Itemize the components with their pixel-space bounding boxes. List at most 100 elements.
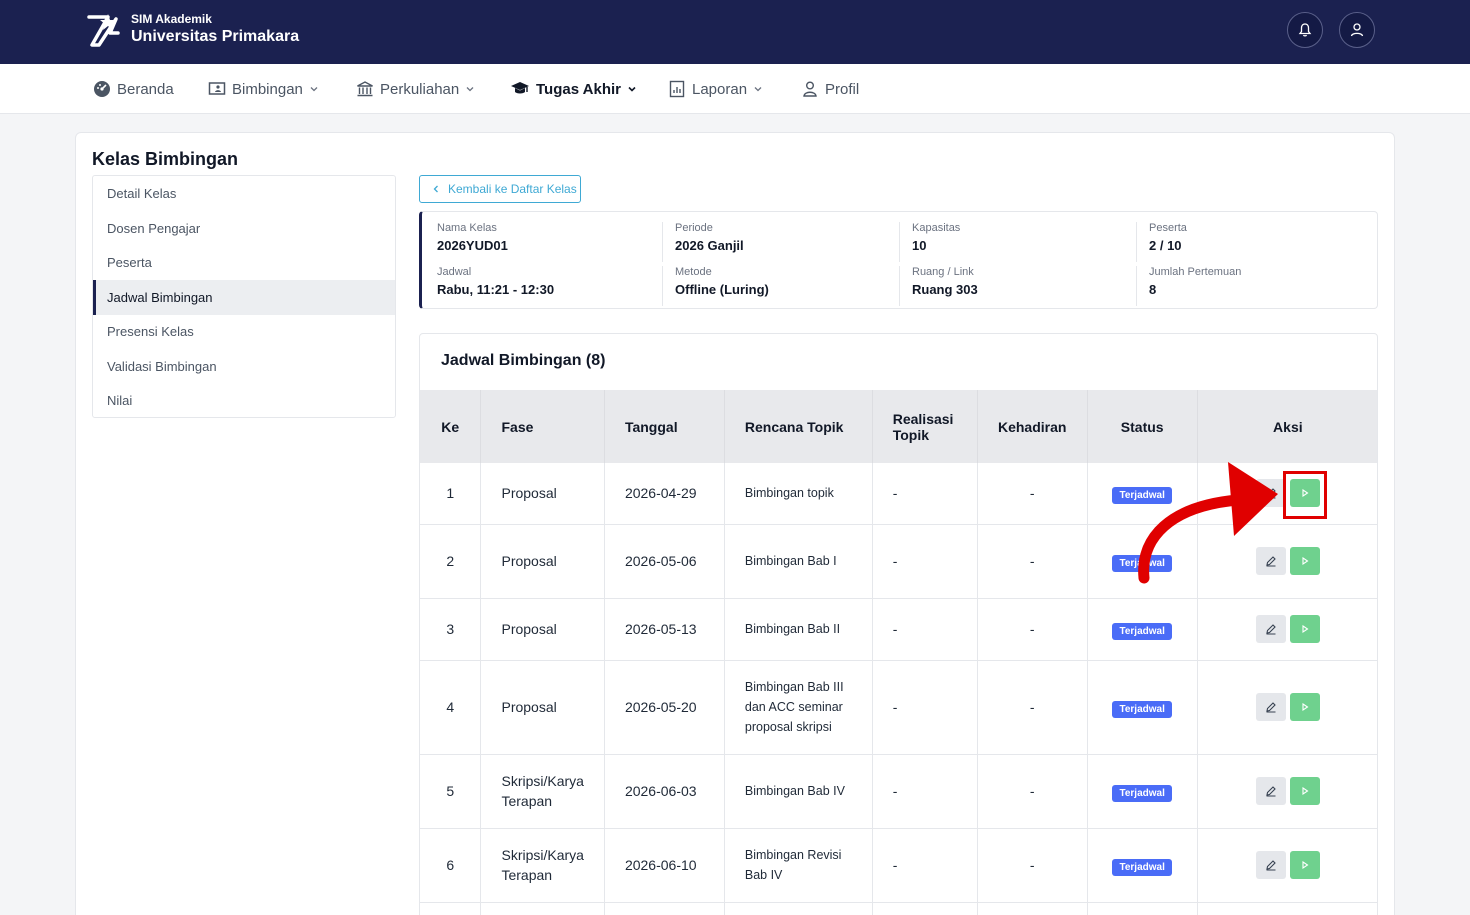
status-badge: Terjadwal	[1112, 700, 1172, 718]
dashboard-icon	[94, 81, 110, 97]
nav-item-tugas-akhir[interactable]: Tugas Akhir	[510, 64, 637, 114]
edit-button[interactable]	[1255, 851, 1286, 879]
info-kapasitas: Kapasitas 10	[899, 222, 1129, 262]
cell-status: Terjadwal	[1087, 754, 1198, 829]
graduation-cap-icon	[511, 82, 529, 94]
info-ruang-link: Ruang / Link Ruang 303	[899, 266, 1129, 306]
cell-tanggal: 2026-06-03	[604, 754, 725, 829]
sidebar-item-nilai[interactable]: Nilai	[93, 383, 395, 418]
sidebar-item-detail-kelas[interactable]: Detail Kelas	[93, 176, 395, 211]
cell-status: Terjadwal	[1087, 828, 1198, 903]
nav-item-bimbingan[interactable]: Bimbingan	[208, 64, 319, 114]
user-icon	[1350, 23, 1364, 37]
sidebar-item-validasi-bimbingan[interactable]: Validasi Bimbingan	[93, 349, 395, 384]
row-actions	[1255, 777, 1320, 805]
edit-button[interactable]	[1255, 693, 1286, 721]
page-title: Kelas Bimbingan	[92, 149, 239, 169]
sidebar-item-presensi-kelas[interactable]: Presensi Kelas	[93, 314, 395, 349]
report-icon	[669, 80, 685, 98]
back-to-class-list-button[interactable]: Kembali ke Daftar Kelas	[419, 175, 581, 203]
edit-button[interactable]	[1255, 615, 1286, 643]
start-session-button[interactable]	[1289, 851, 1320, 879]
cell-status: Terjadwal	[1087, 598, 1198, 661]
brand-subtitle: SIM Akademik	[131, 12, 212, 26]
start-session-button[interactable]	[1289, 693, 1320, 721]
start-session-button[interactable]	[1289, 547, 1320, 575]
cell-ke: 2	[420, 524, 482, 599]
play-icon	[1302, 624, 1309, 634]
cell-kehadiran: -	[977, 463, 1088, 525]
cell-aksi	[1197, 598, 1377, 661]
table-row: 6 Skripsi/Karya Terapan 2026-06-10 Bimbinga…	[420, 828, 1377, 903]
board-icon	[208, 82, 226, 95]
nav-item-laporan[interactable]: Laporan	[668, 64, 763, 114]
nav-item-profil[interactable]: Profil	[801, 64, 859, 114]
cell-ke: 7	[420, 902, 482, 915]
column-header-aksi: Aksi	[1197, 390, 1377, 463]
cell-rencana-topik: Bimbingan Bab IV	[724, 754, 873, 829]
cell-fase	[480, 902, 605, 915]
column-header-kehadiran: Kehadiran	[977, 390, 1088, 463]
status-badge: Terjadwal	[1112, 622, 1172, 640]
cell-realisasi-topik	[872, 902, 978, 915]
cell-realisasi-topik: -	[872, 754, 978, 829]
nav-item-beranda[interactable]: Beranda	[93, 64, 174, 114]
pencil-icon	[1266, 702, 1276, 713]
edit-button[interactable]	[1255, 777, 1286, 805]
info-jadwal: Jadwal Rabu, 11:21 - 12:30	[437, 266, 555, 297]
nav-label: Bimbingan	[232, 80, 303, 98]
start-session-button[interactable]	[1289, 777, 1320, 805]
schedule-table-title: Jadwal Bimbingan (8)	[441, 352, 606, 369]
cell-rencana-topik: Bimbingan Bab I	[724, 524, 873, 599]
nav-item-perkuliahan[interactable]: Perkuliahan	[356, 64, 475, 114]
cell-tanggal: 2026-05-20	[604, 660, 725, 755]
cell-realisasi-topik: -	[872, 524, 978, 599]
row-actions	[1255, 693, 1320, 721]
cell-kehadiran: -	[977, 754, 1088, 829]
info-periode: Periode 2026 Ganjil	[662, 222, 892, 262]
class-sidebar-menu: Detail Kelas Dosen Pengajar Peserta Jadw…	[92, 175, 396, 418]
notification-button[interactable]	[1287, 12, 1323, 48]
sidebar-item-peserta[interactable]: Peserta	[93, 245, 395, 280]
cell-ke: 3	[420, 598, 482, 661]
cell-realisasi-topik: -	[872, 463, 978, 525]
sidebar-item-jadwal-bimbingan[interactable]: Jadwal Bimbingan	[93, 280, 395, 315]
cell-fase: Proposal	[480, 463, 605, 525]
column-header-fase: Fase	[480, 390, 605, 463]
info-jumlah-pertemuan: Jumlah Pertemuan 8	[1136, 266, 1366, 306]
university-logo-icon	[87, 14, 120, 47]
schedule-table-card: Jadwal Bimbingan (8) Ke Fase Tanggal Ren…	[419, 333, 1378, 915]
column-header-tanggal: Tanggal	[604, 390, 725, 463]
cell-kehadiran: -	[977, 598, 1088, 661]
cell-tanggal: 2026-05-13	[604, 598, 725, 661]
column-header-ke: Ke	[420, 390, 482, 463]
info-metode: Metode Offline (Luring)	[662, 266, 892, 306]
cell-tanggal: 2026-04-29	[604, 463, 725, 525]
nav-label: Profil	[825, 80, 860, 98]
table-row: 7	[420, 902, 1377, 915]
row-actions	[1255, 615, 1320, 643]
chevron-down-icon	[628, 86, 636, 92]
cell-fase: Skripsi/Karya Terapan	[480, 828, 605, 903]
cell-kehadiran: -	[977, 524, 1088, 599]
cell-kehadiran	[977, 902, 1088, 915]
sidebar-item-dosen-pengajar[interactable]: Dosen Pengajar	[93, 211, 395, 246]
cell-fase: Proposal	[480, 598, 605, 661]
chevron-down-icon	[754, 87, 762, 92]
table-header-row: Ke Fase Tanggal Rencana Topik Realisasi …	[420, 390, 1377, 463]
cell-ke: 5	[420, 754, 482, 829]
play-icon	[1302, 556, 1309, 566]
cell-aksi	[1197, 828, 1377, 903]
main-navigation: Beranda Bimbingan Perkuliahan Tugas Akhi…	[0, 64, 1470, 114]
cell-aksi	[1197, 902, 1377, 915]
column-header-status: Status	[1087, 390, 1198, 463]
play-icon	[1302, 860, 1309, 870]
start-session-button[interactable]	[1289, 615, 1320, 643]
profile-button[interactable]	[1339, 12, 1375, 48]
cell-ke: 1	[420, 463, 482, 525]
table-row: 3 Proposal 2026-05-13 Bimbingan Bab II - - Ter…	[420, 598, 1377, 661]
cell-rencana-topik	[724, 902, 873, 915]
cell-status: Terjadwal	[1087, 660, 1198, 755]
institution-icon	[357, 81, 373, 97]
back-button-label: Kembali ke Daftar Kelas	[448, 182, 577, 196]
